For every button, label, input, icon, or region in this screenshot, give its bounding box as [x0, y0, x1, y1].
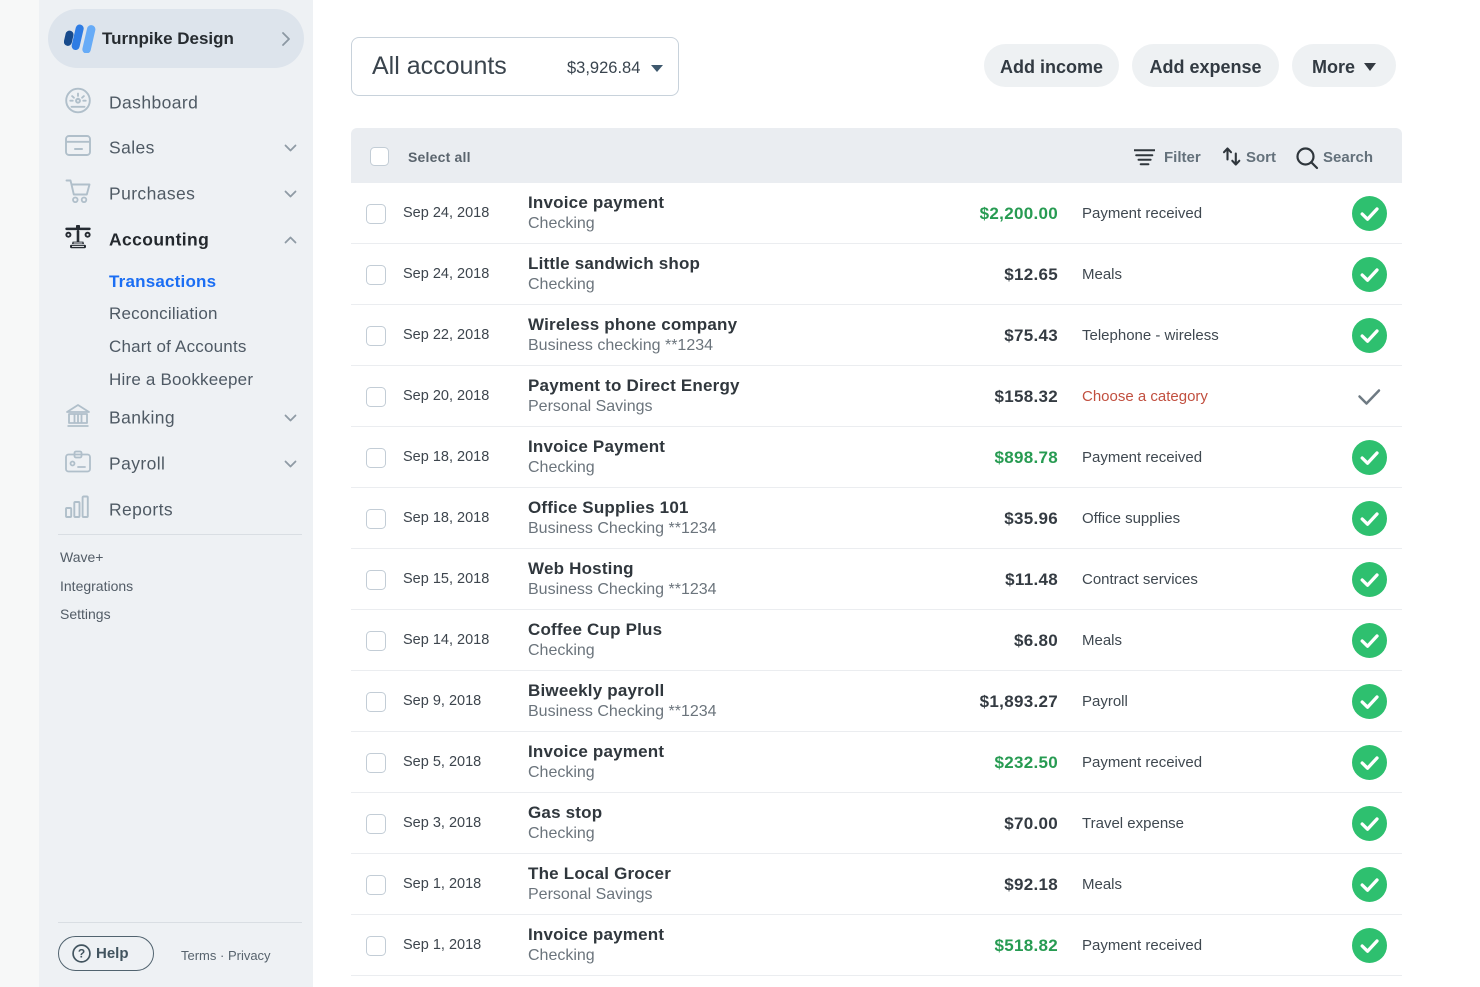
svg-text:?: ? — [78, 947, 85, 961]
